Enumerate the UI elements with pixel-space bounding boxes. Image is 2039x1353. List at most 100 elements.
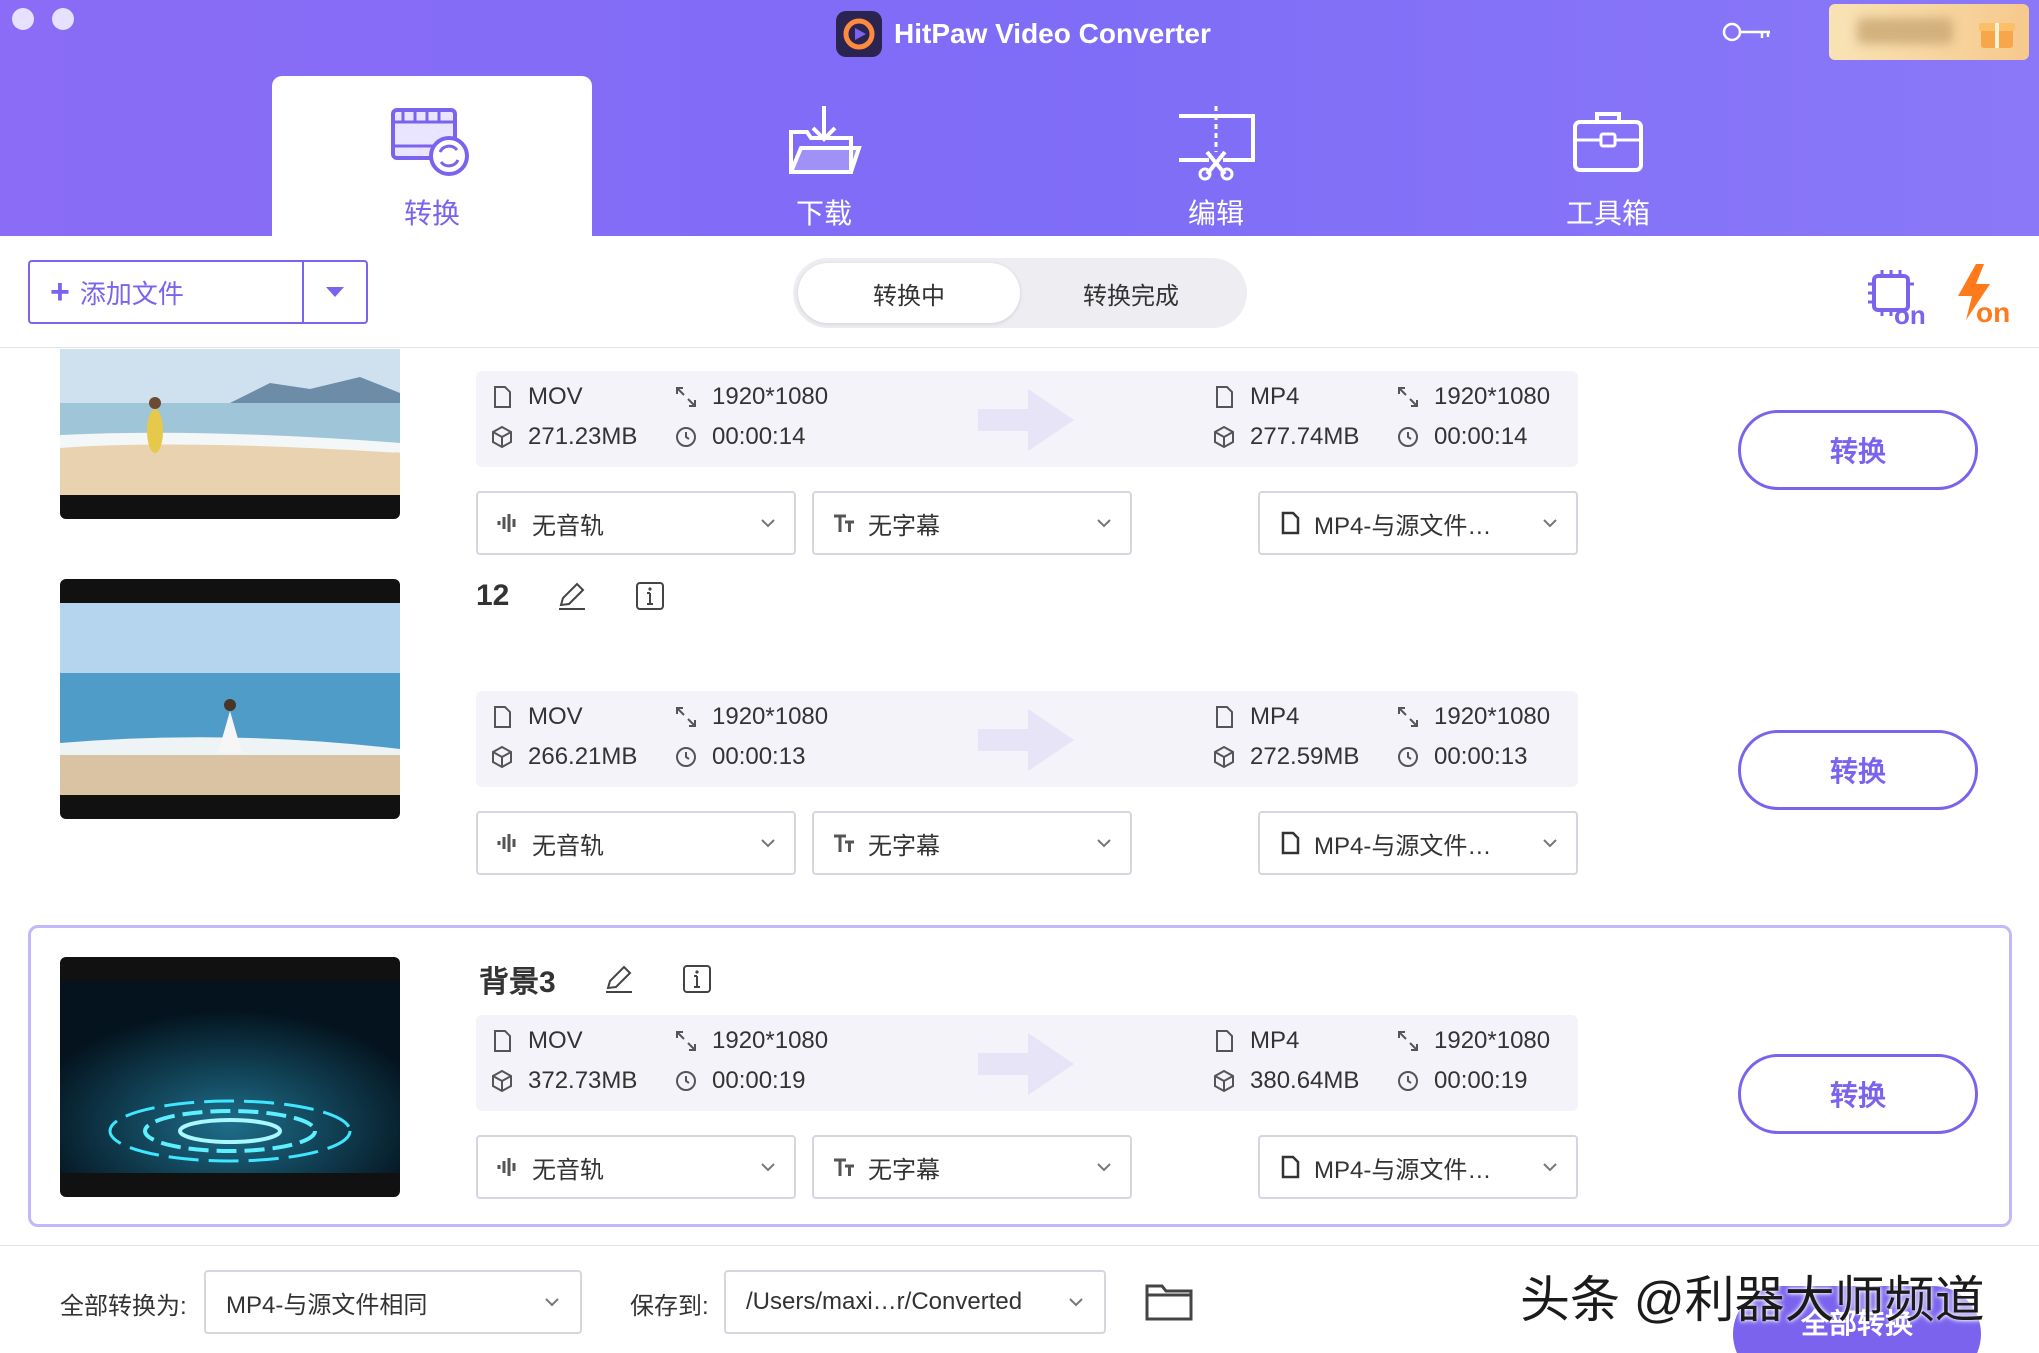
tab-edit[interactable]: 编辑	[1056, 76, 1376, 236]
add-file-button[interactable]: + 添加文件	[30, 262, 302, 322]
window-close-button[interactable]	[12, 8, 34, 30]
convert-button[interactable]: 转换	[1738, 730, 1978, 810]
save-path-select[interactable]: /Users/maxi…r/Converted	[724, 1270, 1106, 1334]
clock-icon	[676, 427, 696, 447]
tab-convert-label: 转换	[403, 198, 460, 229]
convert-tab-icon	[391, 108, 469, 176]
source-resolution: 1920*1080	[712, 383, 829, 410]
target-size: 380.64MB	[1250, 1067, 1360, 1094]
file-icon	[1216, 706, 1233, 728]
output-format-value: MP4-与源文件…	[1314, 1156, 1492, 1184]
file-item[interactable]: 12 MOV 1920*1080 266.21MB 00:00:13 MP4 1…	[28, 579, 2012, 881]
convert-arrow-icon	[978, 709, 1074, 771]
file-item[interactable]: MOV 1920*1080 271.23MB 00:00:14 MP4 1920…	[28, 349, 2012, 561]
audio-track-value: 无音轨	[532, 1156, 604, 1184]
output-format-select[interactable]: MP4-与源文件…	[1258, 1135, 1578, 1199]
source-size: 271.23MB	[528, 423, 638, 450]
segment-converting[interactable]: 转换中	[798, 263, 1020, 323]
text-type-icon	[834, 514, 854, 532]
text-type-icon	[834, 1158, 854, 1176]
toolbar: + 添加文件 转换中 转换完成 on on	[0, 236, 2039, 348]
subtitle-select[interactable]: 无字幕	[812, 491, 1132, 555]
convert-arrow-icon	[978, 389, 1074, 451]
video-thumbnail	[60, 957, 400, 1197]
resolution-icon	[676, 1031, 696, 1051]
source-size: 266.21MB	[528, 743, 638, 770]
gpu-acceleration-icon[interactable]: on	[1864, 266, 1926, 326]
convert-button[interactable]: 转换	[1738, 1054, 1978, 1134]
target-size: 272.59MB	[1250, 743, 1360, 770]
tab-edit-label: 编辑	[1187, 198, 1244, 229]
audio-track-value: 无音轨	[532, 512, 604, 540]
info-icon[interactable]	[680, 962, 714, 996]
convert-all-format-value: MP4-与源文件相同	[226, 1291, 428, 1319]
file-icon	[494, 706, 511, 728]
watermark-text: 头条 @利器大师频道	[1520, 1272, 1985, 1328]
save-path-value: /Users/maxi…r/Converted	[746, 1288, 1023, 1315]
output-format-select[interactable]: MP4-与源文件…	[1258, 491, 1578, 555]
video-thumbnail	[60, 349, 400, 519]
license-key-icon[interactable]	[1722, 20, 1774, 44]
plus-icon: +	[50, 273, 70, 311]
chevron-down-icon	[1543, 1163, 1557, 1172]
audio-wave-icon	[497, 834, 516, 852]
edit-tab-icon	[1179, 106, 1255, 181]
tab-download-label: 下载	[795, 198, 852, 229]
output-format-select[interactable]: MP4-与源文件…	[1258, 811, 1578, 875]
size-icon	[492, 425, 512, 449]
output-format-value: MP4-与源文件…	[1314, 512, 1492, 540]
chevron-down-icon	[1069, 1298, 1083, 1307]
status-segmented-control: 转换中 转换完成	[793, 258, 1247, 328]
segment-converted[interactable]: 转换完成	[1020, 263, 1242, 323]
chevron-down-icon	[1543, 519, 1557, 528]
chevron-down-icon	[545, 1298, 559, 1307]
tab-convert[interactable]: 转换	[272, 76, 592, 236]
lightning-speed-icon[interactable]: on	[1952, 262, 2014, 326]
open-folder-icon[interactable]	[1144, 1282, 1194, 1322]
subtitle-select[interactable]: 无字幕	[812, 1135, 1132, 1199]
convert-arrow-icon	[978, 1033, 1074, 1095]
target-resolution: 1920*1080	[1434, 1027, 1551, 1054]
audio-track-select[interactable]: 无音轨	[476, 1135, 796, 1199]
file-name: 背景3	[479, 966, 556, 999]
audio-track-select[interactable]: 无音轨	[476, 491, 796, 555]
resolution-icon	[1398, 1031, 1418, 1051]
file-icon	[1281, 831, 1300, 855]
size-icon	[1214, 1069, 1234, 1093]
resolution-icon	[676, 387, 696, 407]
size-icon	[492, 745, 512, 769]
chevron-down-icon	[761, 519, 775, 528]
source-resolution: 1920*1080	[712, 1027, 829, 1054]
footer-bar: 全部转换为: MP4-与源文件相同 保存到: /Users/maxi…r/Con…	[0, 1245, 2039, 1353]
subtitle-value: 无字幕	[868, 512, 940, 540]
resolution-icon	[1398, 707, 1418, 727]
audio-track-select[interactable]: 无音轨	[476, 811, 796, 875]
resolution-icon	[676, 707, 696, 727]
tab-toolbox[interactable]: 工具箱	[1448, 76, 1768, 236]
subtitle-select[interactable]: 无字幕	[812, 811, 1132, 875]
app-logo-icon	[836, 11, 882, 57]
subtitle-value: 无字幕	[868, 832, 940, 860]
file-item-selected[interactable]: 背景3 MOV 1920*1080 372.73MB 00:00:19 MP4 …	[28, 925, 2012, 1227]
audio-track-value: 无音轨	[532, 832, 604, 860]
window-minimize-button[interactable]	[52, 8, 74, 30]
subtitle-value: 无字幕	[868, 1156, 940, 1184]
target-size: 277.74MB	[1250, 423, 1360, 450]
file-meta-box: MOV 1920*1080 372.73MB 00:00:19 MP4 1920…	[476, 1015, 1578, 1111]
rename-pencil-icon[interactable]	[555, 579, 589, 613]
convert-button[interactable]: 转换	[1738, 410, 1978, 490]
file-title-row: 12	[476, 579, 667, 613]
clock-icon	[1398, 747, 1418, 767]
rename-pencil-icon[interactable]	[602, 962, 636, 996]
convert-all-format-select[interactable]: MP4-与源文件相同	[204, 1270, 582, 1334]
chevron-down-icon	[1097, 839, 1111, 848]
chevron-down-icon	[761, 839, 775, 848]
source-duration: 00:00:13	[712, 743, 806, 770]
add-file-control: + 添加文件	[28, 260, 368, 324]
output-format-value: MP4-与源文件…	[1314, 832, 1492, 860]
info-icon[interactable]	[633, 579, 667, 613]
tab-download[interactable]: 下载	[664, 76, 984, 236]
target-resolution: 1920*1080	[1434, 703, 1551, 730]
promo-banner[interactable]	[1829, 4, 2029, 60]
add-file-dropdown-button[interactable]	[302, 262, 366, 322]
